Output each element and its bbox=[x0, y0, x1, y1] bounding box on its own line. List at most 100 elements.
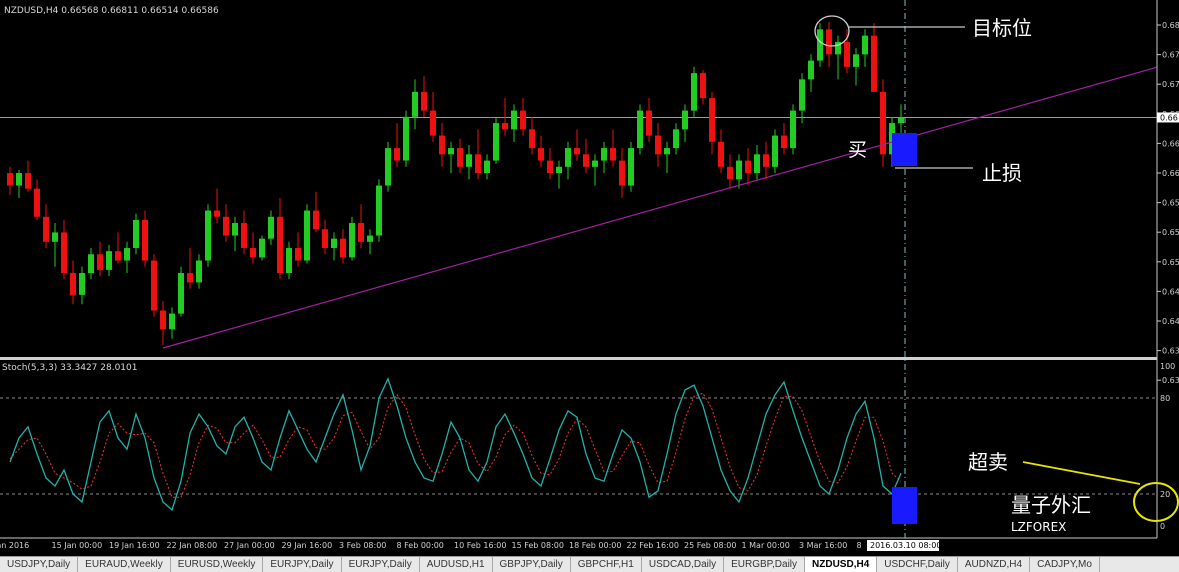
time-label: 10 Feb 16:00 bbox=[454, 541, 506, 550]
candle-body bbox=[205, 210, 211, 261]
pane-separator[interactable] bbox=[0, 357, 1157, 360]
stoch-axis-label: 100 bbox=[1160, 362, 1175, 371]
candle-body bbox=[385, 148, 391, 186]
candle-body bbox=[16, 173, 22, 186]
candle-body bbox=[448, 148, 454, 155]
time-label: 27 Jan 00:00 bbox=[224, 541, 275, 550]
buy-label: 买 bbox=[848, 139, 867, 161]
candle-body bbox=[817, 29, 823, 61]
candle-body bbox=[790, 110, 796, 149]
stochastic-axis: 100 80 20 0 bbox=[1160, 362, 1175, 531]
candle-body bbox=[619, 160, 625, 186]
chart-tab[interactable]: EURJPY,Daily bbox=[342, 557, 420, 572]
chart-tab[interactable]: GBPCHF,H1 bbox=[571, 557, 642, 572]
candle-body bbox=[241, 223, 247, 249]
chart-tab[interactable]: USDCAD,Daily bbox=[642, 557, 725, 572]
time-label: 18 Feb 00:00 bbox=[569, 541, 621, 550]
chart-tab[interactable]: USDJPY,Daily bbox=[0, 557, 79, 572]
time-label: 25 Feb 08:00 bbox=[684, 541, 736, 550]
price-label: 0.68 bbox=[1162, 21, 1179, 30]
chart-tab[interactable]: EURJPY,Daily bbox=[263, 557, 342, 572]
candle-body bbox=[556, 166, 562, 174]
candle-body bbox=[439, 135, 445, 155]
candle-body bbox=[286, 248, 292, 274]
candle-body bbox=[772, 135, 778, 167]
chart-tab[interactable]: EURUSD,Weekly bbox=[171, 557, 264, 572]
candle-body bbox=[340, 238, 346, 258]
candle-body bbox=[493, 123, 499, 161]
chart-tab[interactable]: NZDUSD,H4 bbox=[805, 557, 878, 572]
time-label: 1 Mar 00:00 bbox=[742, 541, 790, 550]
candle-body bbox=[133, 219, 139, 249]
candle-body bbox=[610, 148, 616, 161]
candle-body bbox=[160, 310, 166, 330]
time-label: 3 Mar 16:00 bbox=[799, 541, 847, 550]
chart-tab[interactable]: USDCHF,Daily bbox=[877, 557, 958, 572]
stop-label: 止损 bbox=[982, 161, 1022, 185]
time-label: Jan 2016 bbox=[0, 541, 29, 550]
candle-body bbox=[475, 154, 481, 174]
candle-body bbox=[646, 110, 652, 136]
time-label: 8 bbox=[857, 541, 862, 550]
candle-body bbox=[61, 232, 67, 274]
candle-body bbox=[565, 148, 571, 167]
candle-body bbox=[709, 98, 715, 142]
price-label: 0.63 bbox=[1162, 376, 1179, 385]
time-label: 19 Jan 16:00 bbox=[109, 541, 160, 550]
candle-body bbox=[529, 129, 535, 149]
candle-body bbox=[826, 29, 832, 55]
chart-tab[interactable]: AUDNZD,H4 bbox=[958, 557, 1031, 572]
candle-body bbox=[7, 173, 13, 186]
stoch-axis-label: 20 bbox=[1160, 490, 1170, 499]
candle-body bbox=[394, 148, 400, 161]
candle-body bbox=[574, 148, 580, 155]
candle-body bbox=[358, 223, 364, 242]
candle-body bbox=[295, 248, 301, 261]
chart-tab[interactable]: GBPJPY,Daily bbox=[493, 557, 571, 572]
candle-body bbox=[871, 35, 877, 92]
cursor-time-label: 2016.03.10 08:00 bbox=[870, 541, 941, 550]
chart-tab[interactable]: AUDUSD,H1 bbox=[420, 557, 493, 572]
candle-body bbox=[214, 210, 220, 217]
candle-body bbox=[349, 223, 355, 258]
time-label: 8 Feb 00:00 bbox=[397, 541, 444, 550]
candle-body bbox=[313, 210, 319, 230]
oversold-zone-marker bbox=[892, 487, 917, 524]
stoch-main-line bbox=[9, 377, 902, 512]
trendline bbox=[162, 66, 1158, 349]
time-axis: Jan 2016 15 Jan 00:00 19 Jan 16:00 22 Jan 0… bbox=[0, 540, 941, 551]
candle-body bbox=[520, 110, 526, 130]
stochastic-pane bbox=[0, 377, 1157, 512]
candle-body bbox=[583, 154, 589, 167]
candle-body bbox=[43, 216, 49, 242]
price-label: 0.65 bbox=[1162, 228, 1179, 237]
brand-cn: 量子外汇 bbox=[1011, 493, 1091, 517]
candle-body bbox=[52, 232, 58, 242]
candle-body bbox=[196, 260, 202, 283]
candle-body bbox=[106, 251, 112, 270]
candle-body bbox=[79, 273, 85, 295]
price-label: 0.63 bbox=[1162, 347, 1179, 356]
candle-body bbox=[664, 148, 670, 155]
candle-body bbox=[70, 273, 76, 295]
chart-tab[interactable]: CADJPY,Mo bbox=[1030, 557, 1100, 572]
candle-body bbox=[673, 129, 679, 149]
candle-body bbox=[97, 254, 103, 270]
time-label: 15 Jan 00:00 bbox=[52, 541, 103, 550]
candle-body bbox=[853, 54, 859, 67]
price-label: 0.67 bbox=[1162, 80, 1179, 89]
candle-body bbox=[250, 248, 256, 258]
candle-body bbox=[592, 160, 598, 167]
candle-body bbox=[277, 216, 283, 274]
candle-body bbox=[727, 166, 733, 180]
chart-tab-bar: USDJPY,Daily EURAUD,Weekly EURUSD,Weekly EU… bbox=[0, 556, 1179, 572]
candle-body bbox=[178, 273, 184, 314]
time-label: 29 Jan 16:00 bbox=[282, 541, 333, 550]
stoch-signal-line bbox=[9, 392, 902, 498]
candle-body bbox=[25, 173, 31, 189]
candle-body bbox=[691, 73, 697, 111]
chart-tab[interactable]: EURAUD,Weekly bbox=[78, 557, 171, 572]
oversold-label: 超卖 bbox=[968, 450, 1008, 474]
chart-tab[interactable]: EURGBP,Daily bbox=[724, 557, 806, 572]
candle-body bbox=[628, 148, 634, 186]
